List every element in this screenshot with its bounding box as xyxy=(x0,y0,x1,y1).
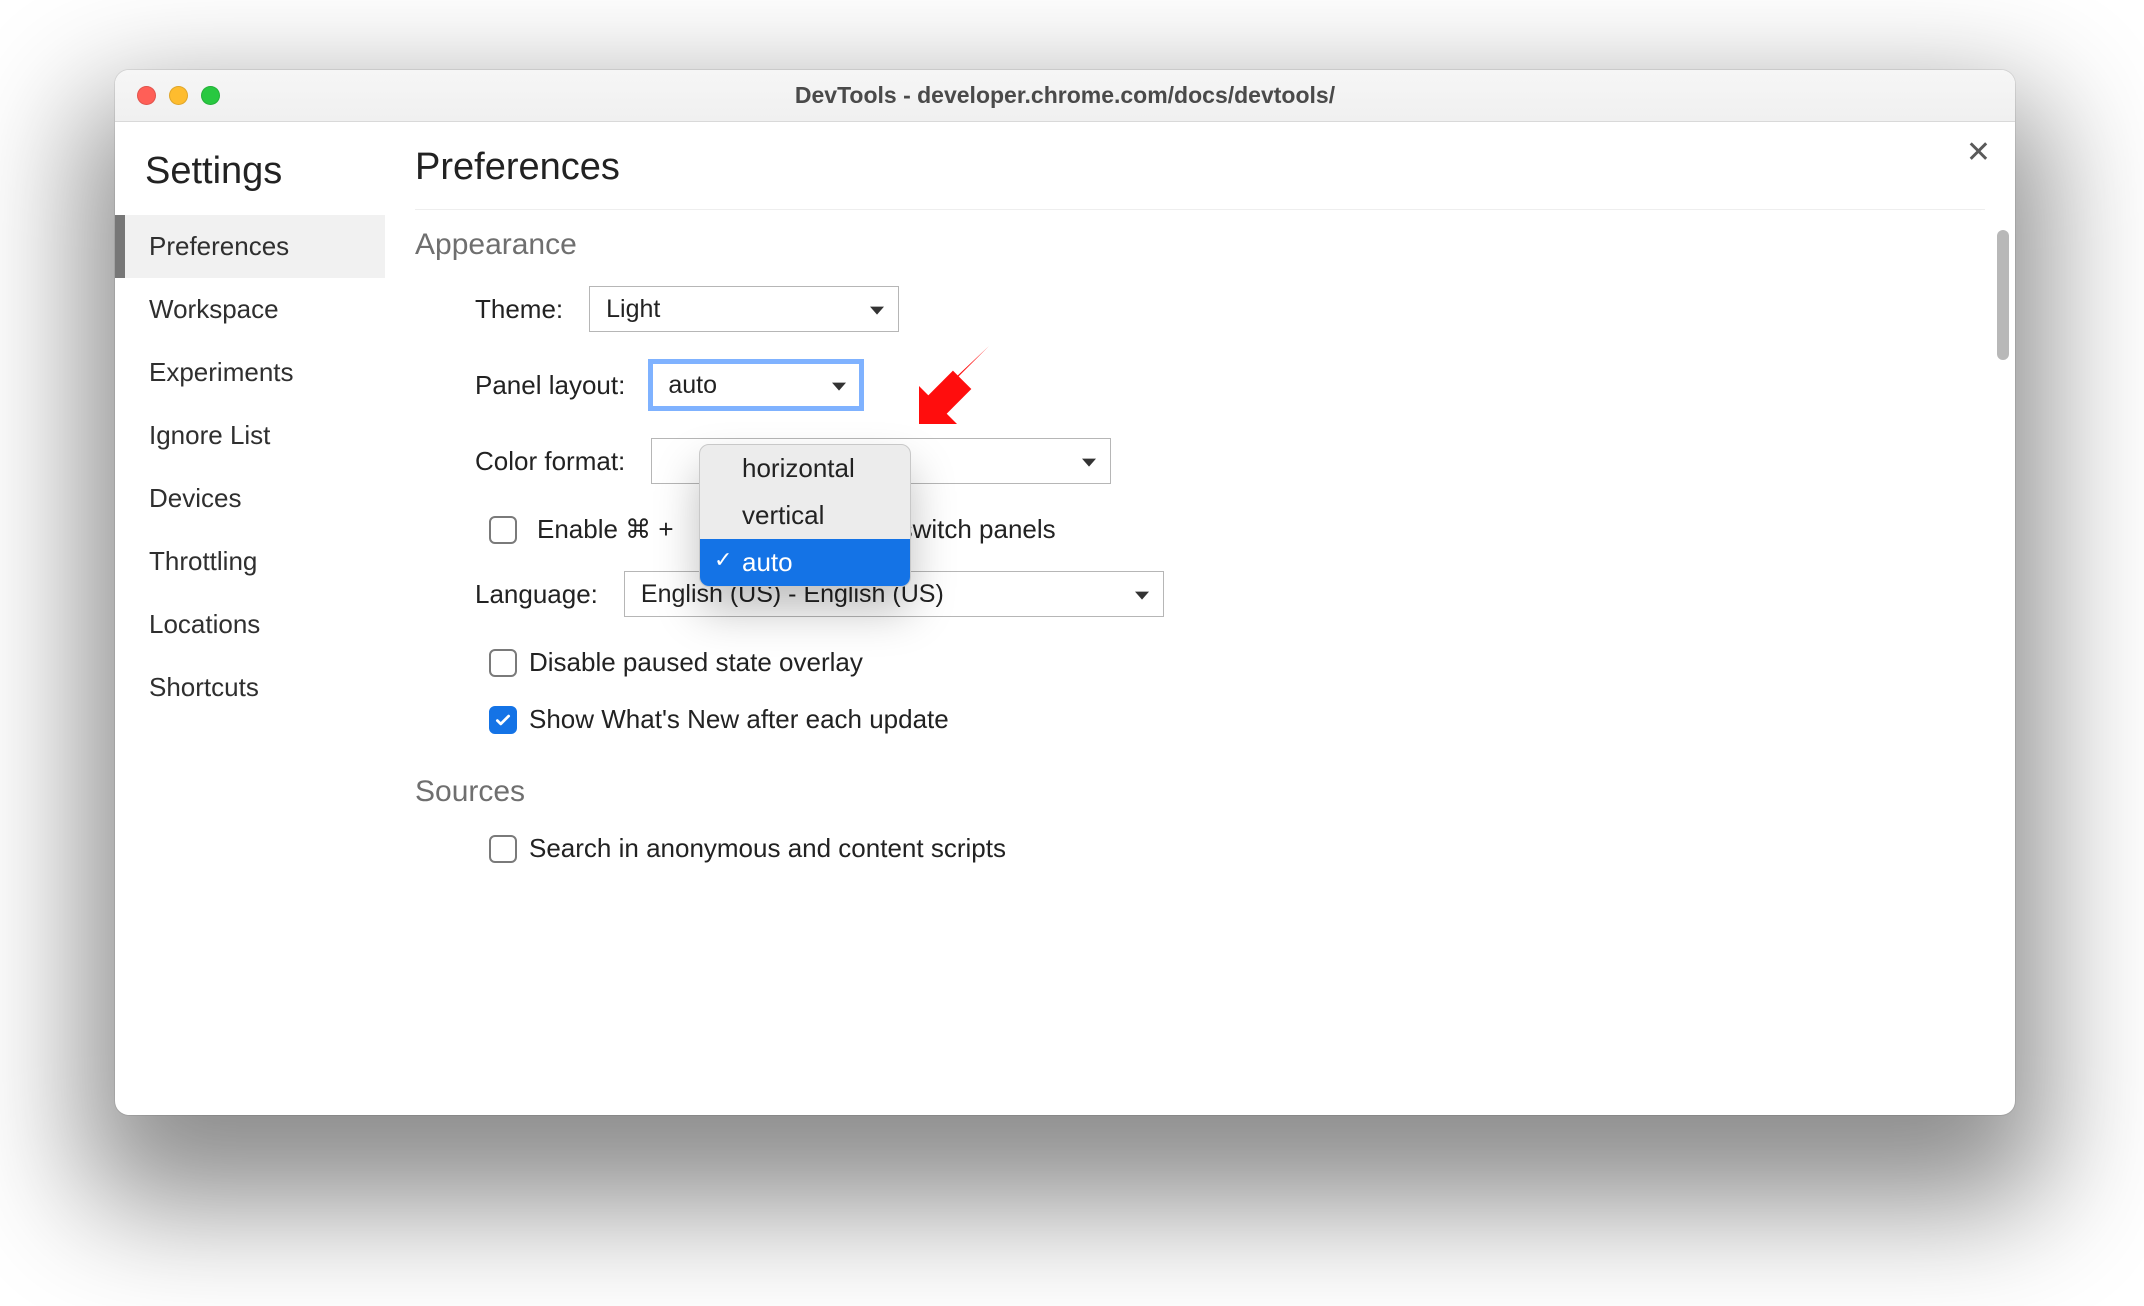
show-whats-new-label: Show What's New after each update xyxy=(529,704,949,735)
panel-layout-option-horizontal[interactable]: horizontal xyxy=(700,445,910,492)
panel-layout-dropdown[interactable]: horizontal vertical auto xyxy=(699,444,911,587)
chevron-down-icon xyxy=(832,383,846,391)
search-anon-label: Search in anonymous and content scripts xyxy=(529,833,1006,864)
panel-layout-label: Panel layout: xyxy=(475,370,625,401)
enable-shortcut-prefix: Enable ⌘ + xyxy=(537,514,674,545)
page-title: Preferences xyxy=(415,146,1985,210)
sidebar-item-shortcuts[interactable]: Shortcuts xyxy=(115,656,385,719)
enable-shortcut-suffix: switch panels xyxy=(900,514,1056,545)
scrollbar-thumb[interactable] xyxy=(1997,230,2009,360)
sidebar-item-workspace[interactable]: Workspace xyxy=(115,278,385,341)
language-label: Language: xyxy=(475,579,598,610)
section-appearance-heading: Appearance xyxy=(415,228,1985,262)
window-zoom-button[interactable] xyxy=(201,86,220,105)
chevron-down-icon xyxy=(870,307,884,315)
show-whats-new-row: Show What's New after each update xyxy=(475,704,1985,735)
annotation-arrow-icon xyxy=(911,342,1001,432)
traffic-lights xyxy=(137,86,220,105)
close-icon[interactable]: ✕ xyxy=(1966,138,1991,168)
settings-heading: Settings xyxy=(115,150,385,215)
section-sources-heading: Sources xyxy=(415,775,1985,809)
color-format-label: Color format: xyxy=(475,446,625,477)
panel-layout-select-value: auto xyxy=(668,371,717,400)
panel-layout-row: Panel layout: auto xyxy=(475,362,1985,408)
settings-sidebar: Settings Preferences Workspace Experimen… xyxy=(115,122,385,1115)
enable-shortcut-checkbox[interactable] xyxy=(489,516,517,544)
search-anon-checkbox[interactable] xyxy=(489,835,517,863)
sidebar-item-preferences[interactable]: Preferences xyxy=(115,215,385,278)
theme-row: Theme: Light xyxy=(475,286,1985,332)
panel-layout-select[interactable]: auto xyxy=(651,362,861,408)
sidebar-item-devices[interactable]: Devices xyxy=(115,467,385,530)
disable-paused-label: Disable paused state overlay xyxy=(529,647,863,678)
settings-content: ✕ Preferences Appearance Theme: Light Pa xyxy=(385,122,2015,1115)
sidebar-item-locations[interactable]: Locations xyxy=(115,593,385,656)
theme-select-value: Light xyxy=(606,295,660,324)
panel-layout-option-vertical[interactable]: vertical xyxy=(700,492,910,539)
titlebar: DevTools - developer.chrome.com/docs/dev… xyxy=(115,70,2015,122)
show-whats-new-checkbox[interactable] xyxy=(489,706,517,734)
chevron-down-icon xyxy=(1135,592,1149,600)
sources-form: Search in anonymous and content scripts xyxy=(415,833,1985,864)
window-close-button[interactable] xyxy=(137,86,156,105)
window-minimize-button[interactable] xyxy=(169,86,188,105)
panel-layout-option-auto[interactable]: auto xyxy=(700,539,910,586)
theme-select[interactable]: Light xyxy=(589,286,899,332)
devtools-window: DevTools - developer.chrome.com/docs/dev… xyxy=(115,70,2015,1115)
appearance-form: Theme: Light Panel layout: auto xyxy=(415,286,1985,735)
sidebar-item-throttling[interactable]: Throttling xyxy=(115,530,385,593)
disable-paused-row: Disable paused state overlay xyxy=(475,647,1985,678)
theme-label: Theme: xyxy=(475,294,563,325)
sidebar-item-experiments[interactable]: Experiments xyxy=(115,341,385,404)
sidebar-item-ignore-list[interactable]: Ignore List xyxy=(115,404,385,467)
disable-paused-checkbox[interactable] xyxy=(489,649,517,677)
window-title: DevTools - developer.chrome.com/docs/dev… xyxy=(115,82,2015,109)
chevron-down-icon xyxy=(1082,459,1096,467)
search-anon-row: Search in anonymous and content scripts xyxy=(475,833,1985,864)
